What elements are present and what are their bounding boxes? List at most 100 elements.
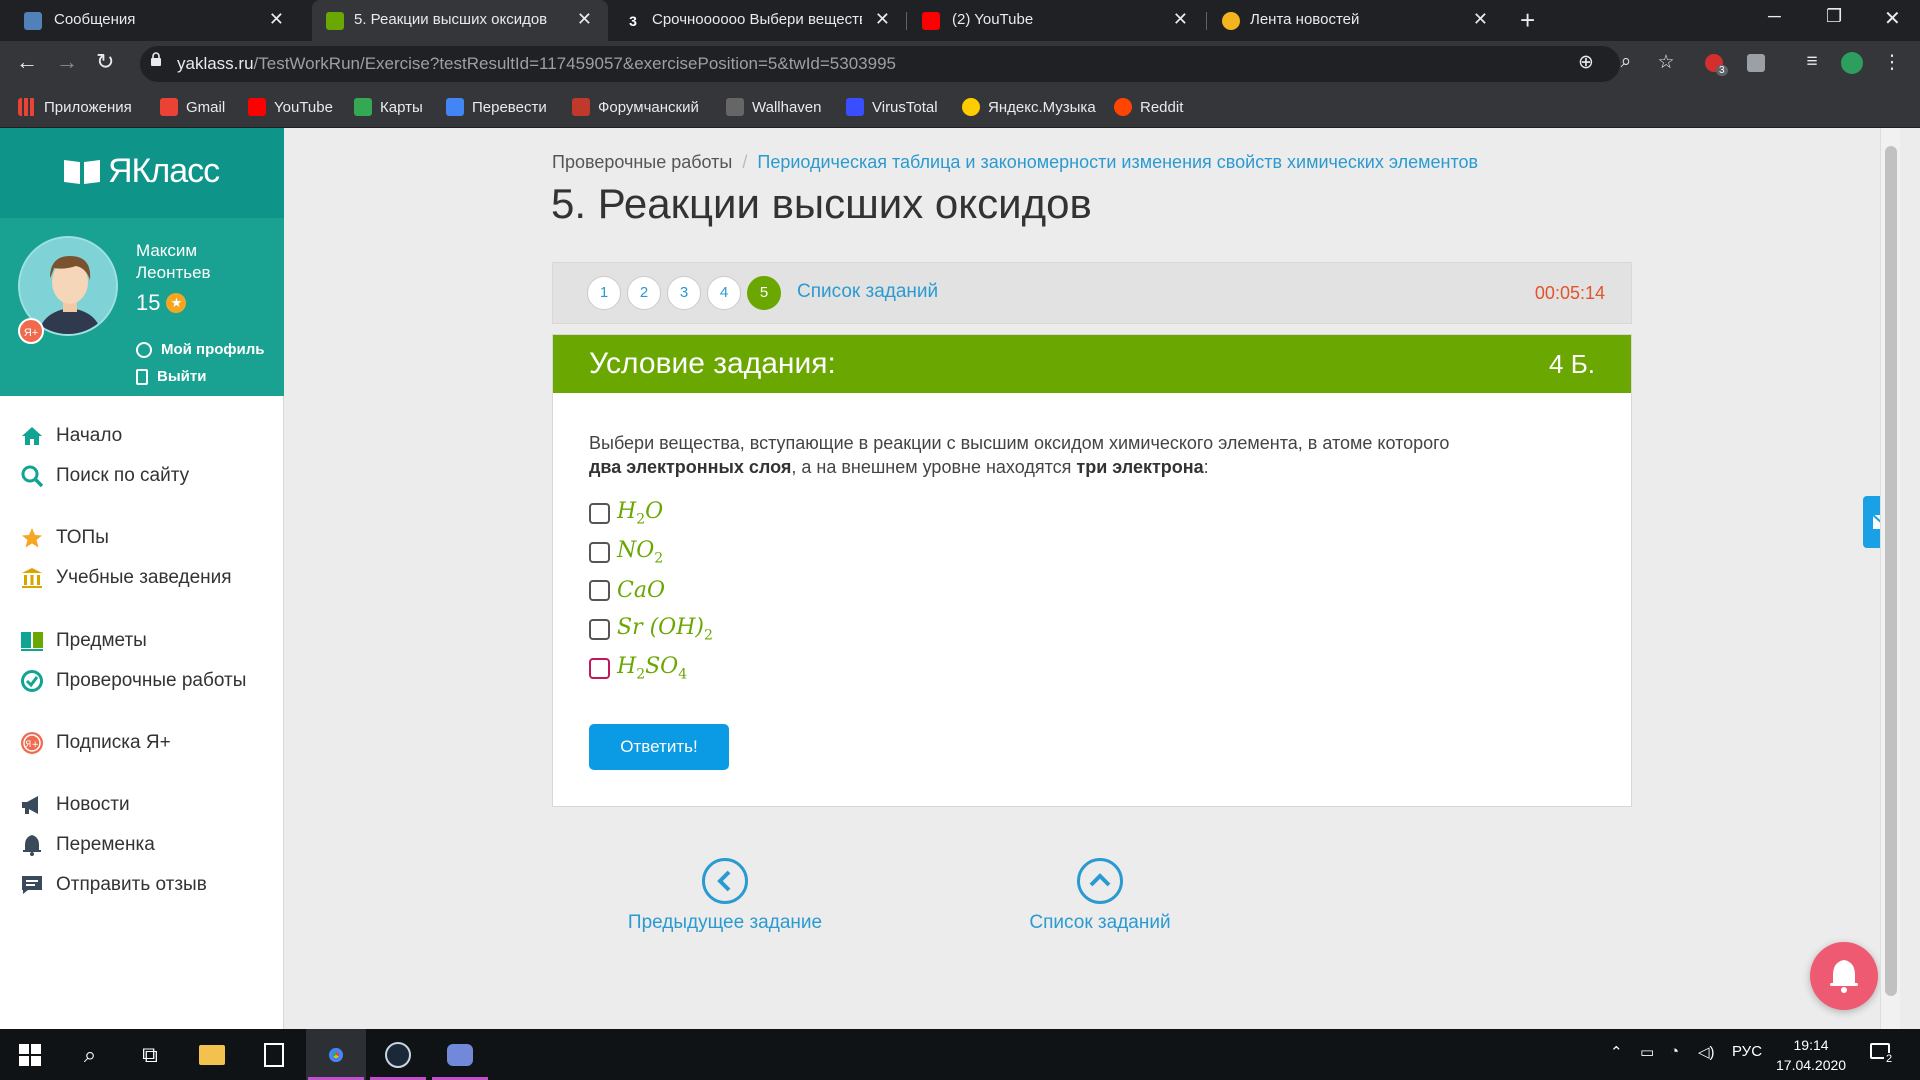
sidebar-item-break[interactable]: Переменка — [20, 830, 155, 860]
extension-icon[interactable]: 3 — [1702, 51, 1728, 76]
close-window-icon[interactable]: ✕ — [1884, 6, 1901, 31]
restore-icon[interactable]: ❐ — [1826, 6, 1842, 27]
zoom-icon[interactable]: ⌕ — [1614, 51, 1638, 75]
exercise-pager: 1 2 3 4 5 Список заданий 00:05:14 — [552, 262, 1632, 324]
option-cao[interactable]: CaO — [589, 575, 665, 605]
scroll-thumb[interactable] — [1885, 146, 1897, 996]
bookmark-virustotal[interactable]: VirusTotal — [846, 96, 938, 118]
option-h2so4[interactable]: H2SO4 — [589, 653, 687, 683]
media-controls-icon[interactable]: ≡ — [1800, 51, 1824, 75]
windows-start-icon[interactable] — [0, 1029, 60, 1080]
lock-icon — [151, 52, 161, 66]
yaklass-icon — [326, 12, 344, 30]
page-number-1[interactable]: 1 — [587, 276, 621, 310]
chrome-taskbar-icon[interactable] — [306, 1029, 366, 1080]
sidebar-item-news[interactable]: Новости — [20, 790, 130, 820]
bookmark-maps[interactable]: Карты — [354, 96, 423, 118]
tab-title: Сообщения — [54, 11, 136, 28]
user-profile-card: Я+ Максим Леонтьев 15 ★ Мой профиль Выйти — [0, 218, 284, 396]
bookmark-star-icon[interactable]: ☆ — [1654, 51, 1678, 75]
sidebar-item-subjects[interactable]: Предметы — [20, 626, 147, 656]
option-no2[interactable]: NO2 — [589, 537, 663, 567]
main-content: Проверочные работы / Периодическая таблица… — [285, 128, 1900, 1029]
task-list-link[interactable]: Список заданий — [797, 281, 938, 303]
logout-link[interactable]: Выйти — [136, 368, 206, 385]
system-clock[interactable]: 19:14 17.04.2020 — [1776, 1035, 1846, 1075]
menu-kebab-icon[interactable]: ⋮ — [1880, 51, 1904, 75]
page-scrollbar[interactable] — [1880, 128, 1900, 1029]
page-number-2[interactable]: 2 — [627, 276, 661, 310]
tab-youtube[interactable]: (2) YouTube ✕ — [908, 0, 1204, 41]
bookmark-wallhaven[interactable]: Wallhaven — [726, 96, 821, 118]
extension-2-icon[interactable] — [1744, 51, 1768, 75]
sidebar-item-subscription[interactable]: Я+ Подписка Я+ — [20, 728, 171, 758]
svg-text:Я+: Я+ — [25, 740, 39, 750]
wifi-icon[interactable]: ◔ — [1670, 1043, 1679, 1060]
profile-avatar-icon[interactable] — [1840, 51, 1864, 75]
discord-icon[interactable] — [430, 1029, 490, 1080]
option-h2o[interactable]: H2O — [589, 498, 663, 528]
new-tab-button[interactable]: + — [1520, 5, 1535, 36]
option-checkbox[interactable] — [589, 579, 610, 601]
page-number-4[interactable]: 4 — [707, 276, 741, 310]
sidebar-item-schools[interactable]: Учебные заведения — [20, 563, 232, 593]
install-app-icon[interactable]: ⊕ — [1574, 51, 1598, 75]
bookmark-yandex-music[interactable]: Яндекс.Музыка — [962, 96, 1096, 118]
sidebar-item-tests[interactable]: Проверочные работы — [20, 666, 246, 696]
tab-news-feed[interactable]: Лента новостей ✕ — [1208, 0, 1504, 41]
file-explorer-icon[interactable] — [182, 1029, 242, 1080]
bookmark-reddit[interactable]: Reddit — [1114, 96, 1183, 118]
option-formula: H2O — [617, 498, 664, 528]
bookmark-apps[interactable]: Приложения — [18, 96, 132, 118]
close-tab-icon[interactable]: ✕ — [875, 9, 890, 30]
breadcrumb-root[interactable]: Проверочные работы — [552, 152, 732, 172]
bookmark-youtube[interactable]: YouTube — [248, 96, 333, 118]
tab-current-exercise[interactable]: 5. Реакции высших оксидов ✕ — [312, 0, 608, 41]
close-tab-icon[interactable]: ✕ — [1173, 9, 1188, 30]
sidebar-item-home[interactable]: Начало — [20, 421, 122, 451]
sidebar-item-search[interactable]: Поиск по сайту — [20, 461, 189, 491]
forward-icon[interactable]: → — [56, 49, 78, 75]
submit-answer-button[interactable]: Ответить! — [589, 724, 729, 770]
minimize-icon[interactable]: ─ — [1768, 6, 1781, 27]
tab-znanija[interactable]: 3 Срочноооооо Выбери вещества ✕ — [610, 0, 906, 41]
close-tab-icon[interactable]: ✕ — [577, 9, 592, 30]
bookmark-forum[interactable]: Форумчанский — [572, 96, 699, 118]
volume-icon[interactable]: ◁) — [1698, 1043, 1715, 1061]
reload-icon[interactable]: ↻ — [96, 49, 114, 75]
znanija-icon: 3 — [624, 12, 642, 30]
option-checkbox[interactable] — [589, 618, 610, 640]
notifications-bell-button[interactable] — [1810, 942, 1878, 1010]
battery-icon[interactable]: ▭ — [1640, 1043, 1654, 1061]
steam-icon[interactable] — [368, 1029, 428, 1080]
url-text[interactable]: yaklass.ru/TestWorkRun/Exercise?testResu… — [177, 54, 896, 74]
previous-task-link[interactable]: Предыдущее задание — [625, 858, 825, 934]
page-number-3[interactable]: 3 — [667, 276, 701, 310]
bookmark-gmail[interactable]: Gmail — [160, 96, 225, 118]
bookmarks-bar: Приложения Gmail YouTube Карты Перевести… — [0, 88, 1920, 128]
tab-messages[interactable]: Сообщения ✕ — [0, 0, 300, 41]
tray-chevron-up-icon[interactable]: ⌃ — [1610, 1043, 1623, 1061]
close-tab-icon[interactable]: ✕ — [1473, 9, 1488, 30]
sidebar-item-tops[interactable]: ТОПы — [20, 523, 109, 553]
back-icon[interactable]: ← — [16, 49, 38, 75]
option-checkbox[interactable] — [589, 541, 610, 563]
sidebar-item-feedback[interactable]: Отправить отзыв — [20, 870, 207, 900]
page-number-5-current[interactable]: 5 — [747, 276, 781, 310]
input-language[interactable]: РУС — [1732, 1043, 1762, 1060]
my-profile-link[interactable]: Мой профиль — [136, 341, 265, 358]
logo-area[interactable]: ЯКласс — [0, 128, 284, 218]
option-checkbox[interactable] — [589, 502, 610, 524]
notification-center-icon[interactable]: 2 — [1870, 1043, 1895, 1065]
task-view-icon[interactable]: ⧉ — [120, 1029, 180, 1080]
taskbar-search-icon[interactable]: ⌕ — [60, 1029, 120, 1080]
option-checkbox[interactable] — [589, 657, 610, 679]
page-title: 5. Реакции высших оксидов — [551, 180, 1092, 227]
apps-grid-icon — [18, 98, 36, 116]
option-sr-oh-2[interactable]: Sr (OH)2 — [589, 614, 713, 644]
calculator-icon[interactable] — [244, 1029, 304, 1080]
task-list-bottom-link[interactable]: Список заданий — [1020, 858, 1180, 934]
close-tab-icon[interactable]: ✕ — [269, 9, 284, 30]
breadcrumb-topic-link[interactable]: Периодическая таблица и закономерности и… — [757, 152, 1478, 172]
bookmark-translate[interactable]: Перевести — [446, 96, 547, 118]
